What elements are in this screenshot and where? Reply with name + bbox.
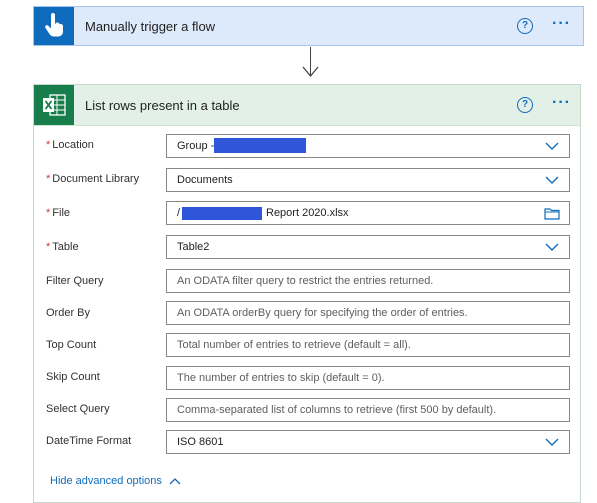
order-by-placeholder: An ODATA orderBy query for specifying th… — [177, 307, 468, 319]
trigger-title: Manually trigger a flow — [85, 19, 216, 34]
order-by-input[interactable]: An ODATA orderBy query for specifying th… — [166, 301, 570, 325]
required-mark: * — [46, 241, 51, 253]
arrow-down-icon — [302, 66, 319, 78]
hide-advanced-options-link[interactable]: Hide advanced options — [50, 475, 181, 487]
location-value: Group - — [177, 140, 215, 152]
datetime-format-value: ISO 8601 — [177, 436, 224, 448]
action-title: List rows present in a table — [85, 98, 240, 113]
folder-icon[interactable] — [544, 207, 560, 220]
more-icon[interactable]: ··· — [552, 16, 571, 32]
file-path-prefix: / — [177, 207, 181, 219]
redacted-region — [214, 138, 306, 153]
chevron-up-icon — [169, 478, 181, 485]
document-library-dropdown[interactable]: Documents — [166, 168, 570, 192]
help-icon[interactable]: ? — [517, 97, 533, 113]
skip-count-input[interactable]: The number of entries to skip (default =… — [166, 366, 570, 390]
datetime-format-dropdown[interactable]: ISO 8601 — [166, 430, 570, 454]
required-mark: * — [46, 173, 51, 185]
table-dropdown[interactable]: Table2 — [166, 235, 570, 259]
top-count-label: Top Count — [46, 339, 97, 351]
table-label: * Table — [46, 241, 79, 253]
skip-count-label: Skip Count — [46, 371, 100, 383]
file-path-value: Report 2020.xlsx — [266, 207, 349, 219]
file-label-text: File — [52, 207, 71, 219]
order-by-label: Order By — [46, 307, 91, 319]
datetime-format-label: DateTime Format — [46, 435, 132, 447]
table-value: Table2 — [177, 241, 210, 253]
file-input[interactable]: / Report 2020.xlsx — [166, 201, 570, 225]
more-icon[interactable]: ··· — [552, 95, 571, 111]
select-query-input[interactable]: Comma-separated list of columns to retri… — [166, 398, 570, 422]
location-dropdown[interactable]: Group - — [166, 134, 570, 158]
excel-icon — [34, 85, 74, 125]
location-label-text: Location — [52, 139, 94, 151]
help-icon[interactable]: ? — [517, 18, 533, 34]
top-count-input[interactable]: Total number of entries to retrieve (def… — [166, 333, 570, 357]
action-header[interactable]: List rows present in a table ? ··· — [34, 85, 580, 126]
select-query-label: Select Query — [46, 403, 110, 415]
chevron-down-icon[interactable] — [545, 139, 559, 153]
trigger-card[interactable]: Manually trigger a flow ? ··· — [33, 6, 584, 46]
document-library-label: * Document Library — [46, 173, 139, 185]
chevron-down-icon[interactable] — [545, 435, 559, 449]
chevron-down-icon[interactable] — [545, 240, 559, 254]
touch-hand-icon — [34, 7, 74, 45]
filter-query-input[interactable]: An ODATA filter query to restrict the en… — [166, 269, 570, 293]
filter-query-label: Filter Query — [46, 275, 104, 287]
document-library-value: Documents — [177, 174, 233, 186]
select-query-placeholder: Comma-separated list of columns to retri… — [177, 404, 497, 416]
skip-count-placeholder: The number of entries to skip (default =… — [177, 372, 385, 384]
required-mark: * — [46, 139, 51, 151]
required-mark: * — [46, 207, 51, 219]
file-label: * File — [46, 207, 70, 219]
hide-advanced-options-label: Hide advanced options — [50, 475, 162, 487]
top-count-placeholder: Total number of entries to retrieve (def… — [177, 339, 411, 351]
chevron-down-icon[interactable] — [545, 173, 559, 187]
location-label: * Location — [46, 139, 94, 151]
table-label-text: Table — [52, 241, 79, 253]
document-library-label-text: Document Library — [52, 173, 140, 185]
redacted-region — [182, 207, 262, 220]
filter-query-placeholder: An ODATA filter query to restrict the en… — [177, 275, 434, 287]
